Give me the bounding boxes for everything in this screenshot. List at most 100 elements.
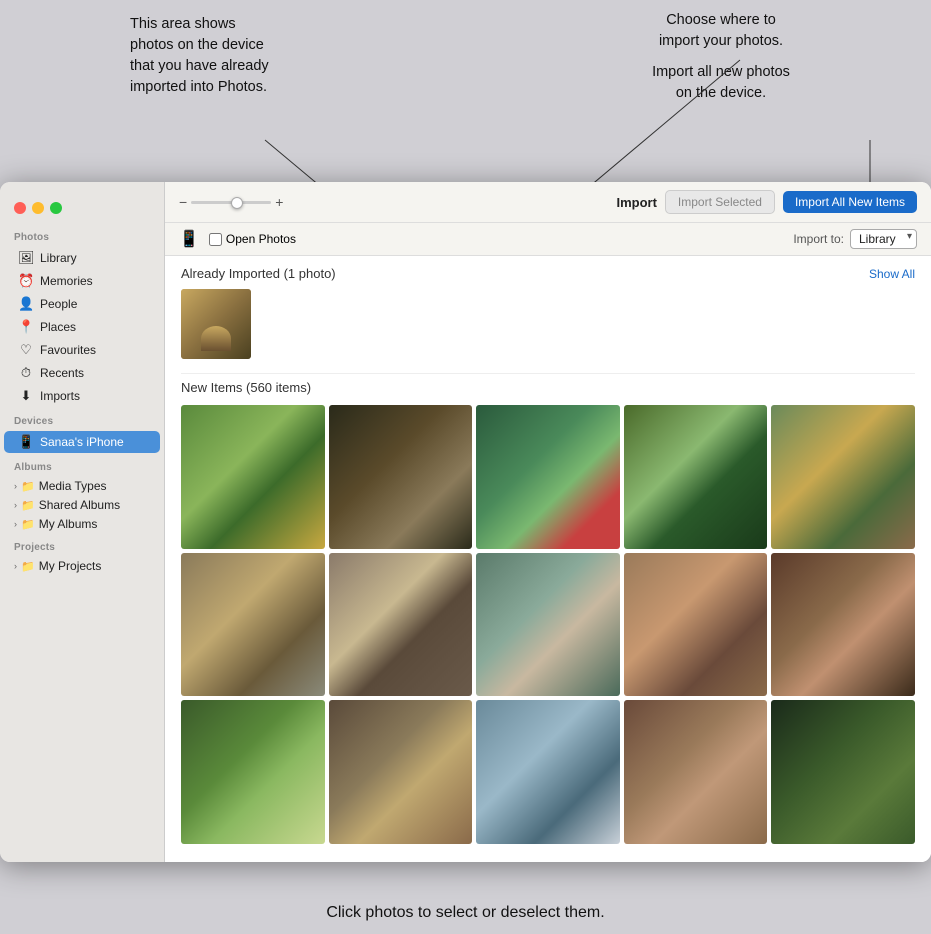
sidebar-item-imports[interactable]: ⬇ Imports <box>4 385 160 407</box>
projects-folder-icon: 📁 <box>21 560 35 573</box>
photo-grid-row3 <box>181 700 915 844</box>
close-button[interactable] <box>14 202 26 214</box>
sidebar-item-library-label: Library <box>40 251 77 265</box>
photo-cell[interactable] <box>329 405 473 549</box>
bottom-annotation-text: Click photos to select or deselect them. <box>326 904 604 921</box>
zoom-slider-track[interactable] <box>191 201 271 204</box>
annotation-right-line5: on the device. <box>601 83 841 104</box>
sidebar-item-recents-label: Recents <box>40 366 84 380</box>
sidebar-item-places-label: Places <box>40 320 76 334</box>
chevron-icon-4: › <box>14 561 17 571</box>
sidebar-media-types-label: Media Types <box>39 479 107 493</box>
annotation-right: Choose where to import your photos. Impo… <box>601 10 841 104</box>
photo-grid-row2 <box>181 553 915 697</box>
already-imported-title: Already Imported (1 photo) <box>181 266 336 281</box>
already-photo-image <box>181 289 251 359</box>
zoom-slider-thumb[interactable] <box>231 197 243 209</box>
open-photos-checkbox-area[interactable]: Open Photos <box>209 232 296 246</box>
sidebar-item-my-projects[interactable]: › 📁 My Projects <box>4 557 160 575</box>
annotation-right-line4: Import all new photos <box>601 62 841 83</box>
library-select-wrapper[interactable]: Library <box>850 229 917 249</box>
already-imported-header: Already Imported (1 photo) Show All <box>181 266 915 281</box>
sidebar-item-favourites-label: Favourites <box>40 343 96 357</box>
import-selected-button[interactable]: Import Selected <box>665 190 775 214</box>
sidebar-item-memories[interactable]: ⏰ Memories <box>4 270 160 292</box>
sidebar: Photos 🖼 Library ⏰ Memories 👤 People 📍 P… <box>0 182 165 862</box>
sidebar-item-iphone-label: Sanaa's iPhone <box>40 435 124 449</box>
bottom-annotation: Click photos to select or deselect them. <box>0 902 931 924</box>
sidebar-item-people[interactable]: 👤 People <box>4 293 160 315</box>
library-icon: 🖼 <box>18 250 34 266</box>
photo-cell[interactable] <box>181 405 325 549</box>
minimize-button[interactable] <box>32 202 44 214</box>
sidebar-item-memories-label: Memories <box>40 274 93 288</box>
sidebar-item-my-albums[interactable]: › 📁 My Albums <box>4 515 160 533</box>
folder-icon: 📁 <box>21 480 35 493</box>
iphone-icon: 📱 <box>18 434 34 450</box>
maximize-button[interactable] <box>50 202 62 214</box>
photo-cell[interactable] <box>476 553 620 697</box>
sidebar-section-devices: Devices <box>0 408 164 430</box>
already-imported-photo[interactable] <box>181 289 251 359</box>
photo-cell[interactable] <box>771 700 915 844</box>
import-to-area: Import to: Library <box>793 229 917 249</box>
sidebar-item-iphone[interactable]: 📱 Sanaa's iPhone <box>4 431 160 453</box>
open-photos-checkbox[interactable] <box>209 233 222 246</box>
annotation-left: This area shows photos on the device tha… <box>130 14 350 98</box>
already-imported-grid <box>181 289 915 359</box>
zoom-minus[interactable]: − <box>179 194 187 210</box>
photo-cell[interactable] <box>771 553 915 697</box>
device-bar: 📱 Open Photos Import to: Library <box>165 223 931 256</box>
annotation-right-line2: import your photos. <box>601 31 841 52</box>
sidebar-item-places[interactable]: 📍 Places <box>4 316 160 338</box>
sidebar-item-people-label: People <box>40 297 77 311</box>
import-all-button[interactable]: Import All New Items <box>783 191 917 213</box>
sidebar-shared-albums-label: Shared Albums <box>39 498 120 512</box>
chevron-icon-2: › <box>14 500 17 510</box>
import-to-label: Import to: <box>793 232 844 246</box>
places-icon: 📍 <box>18 319 34 335</box>
favourites-icon: ♡ <box>18 342 34 358</box>
photo-grid-row1 <box>181 405 915 549</box>
shared-folder-icon: 📁 <box>21 499 35 512</box>
annotation-left-text: This area shows photos on the device tha… <box>130 16 269 95</box>
photo-cell[interactable] <box>181 700 325 844</box>
device-phone-icon: 📱 <box>179 229 199 249</box>
photo-cell[interactable] <box>624 405 768 549</box>
photo-cell[interactable] <box>624 553 768 697</box>
main-content: − + Import Import Selected Import All Ne… <box>165 182 931 862</box>
open-photos-label: Open Photos <box>226 232 296 246</box>
window-controls <box>0 194 164 224</box>
photo-cell[interactable] <box>771 405 915 549</box>
sidebar-item-media-types[interactable]: › 📁 Media Types <box>4 477 160 495</box>
chevron-icon-3: › <box>14 519 17 529</box>
photo-cell[interactable] <box>476 405 620 549</box>
people-icon: 👤 <box>18 296 34 312</box>
sidebar-section-photos: Photos <box>0 224 164 246</box>
sidebar-section-projects: Projects <box>0 534 164 556</box>
imports-icon: ⬇ <box>18 388 34 404</box>
sidebar-item-favourites[interactable]: ♡ Favourites <box>4 339 160 361</box>
chevron-icon: › <box>14 481 17 491</box>
zoom-slider-area: − + <box>179 194 283 210</box>
photo-cell[interactable] <box>624 700 768 844</box>
sidebar-my-albums-label: My Albums <box>39 517 98 531</box>
photo-cell[interactable] <box>329 553 473 697</box>
sidebar-item-library[interactable]: 🖼 Library <box>4 247 160 269</box>
sidebar-item-shared-albums[interactable]: › 📁 Shared Albums <box>4 496 160 514</box>
library-select[interactable]: Library <box>850 229 917 249</box>
show-all-link[interactable]: Show All <box>869 267 915 281</box>
photo-cell[interactable] <box>181 553 325 697</box>
photo-content-area[interactable]: Already Imported (1 photo) Show All New … <box>165 256 931 862</box>
memories-icon: ⏰ <box>18 273 34 289</box>
sidebar-item-imports-label: Imports <box>40 389 80 403</box>
toolbar: − + Import Import Selected Import All Ne… <box>165 182 931 223</box>
photo-cell[interactable] <box>476 700 620 844</box>
zoom-plus[interactable]: + <box>275 194 283 210</box>
sidebar-section-albums: Albums <box>0 454 164 476</box>
annotation-right-line1: Choose where to <box>601 10 841 31</box>
sidebar-item-recents[interactable]: ⏱ Recents <box>4 362 160 384</box>
photo-cell[interactable] <box>329 700 473 844</box>
my-folder-icon: 📁 <box>21 518 35 531</box>
import-label: Import <box>616 195 656 210</box>
